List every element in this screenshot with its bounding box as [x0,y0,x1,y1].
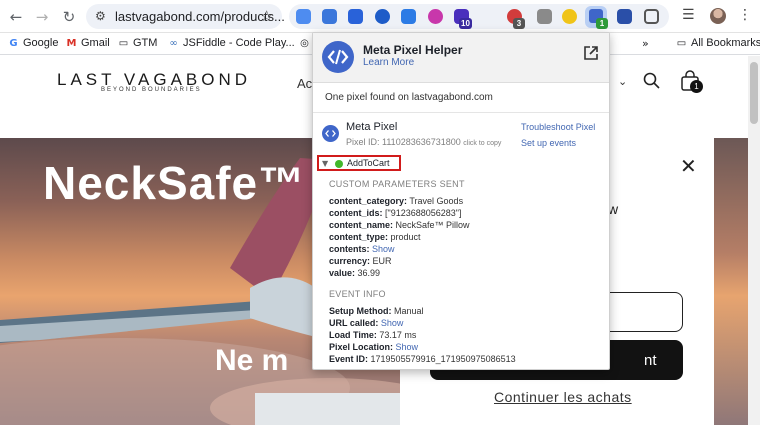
gmail-icon: M [66,37,77,49]
param-row: content_ids: ["9123688056283"] [329,208,462,218]
click-to-copy-hint: click to copy [463,140,502,147]
forward-icon[interactable]: → [32,7,52,27]
pixel-id[interactable]: Pixel ID: 1110283636731800 click to copy [346,137,501,147]
extension-icon[interactable] [562,9,577,24]
folder-icon: ▭ [118,37,129,49]
browser-toolbar: ← → ↻ ⚙ lastvagabond.com/products... ☆ 1… [0,0,760,33]
event-name: AddToCart [347,158,390,168]
param-row: currency: EUR [329,256,392,266]
pixel-id-text: Pixel ID: 1110283636731800 [346,137,461,147]
extension-icon[interactable] [617,9,632,24]
custom-params-heading: CUSTOM PARAMETERS SENT [329,179,465,189]
success-check-icon [335,160,343,168]
show-link[interactable]: Show [381,318,404,328]
scrollbar-thumb[interactable] [750,62,758,124]
menu-kebab-icon[interactable]: ⋮ [738,7,752,23]
google-icon: G [9,37,18,49]
show-link[interactable]: Show [372,244,395,254]
extension-icon[interactable] [296,9,311,24]
pixel-found-text: One pixel found on lastvagabond.com [325,92,493,103]
extension-badge: 1 [596,18,608,29]
bookmark-gmail[interactable]: M Gmail [66,37,110,49]
globe-icon: ◎ [300,37,309,49]
pixel-helper-popup: Meta Pixel Helper Learn More One pixel f… [312,32,610,370]
param-row: value: 36.99 [329,268,381,278]
all-bookmarks[interactable]: ▭ All Bookmarks [676,37,760,49]
extension-icon[interactable] [348,9,363,24]
bookmark-star-icon[interactable]: ☆ [260,7,273,25]
extension-icon[interactable] [428,9,443,24]
troubleshoot-pixel-link[interactable]: Troubleshoot Pixel [521,122,595,132]
extension-badge: 10 [459,18,472,29]
bookmark-label: GTM [133,37,158,49]
param-row: content_type: product [329,232,421,242]
chevron-down-icon[interactable]: ⌄ [618,75,627,88]
open-external-icon[interactable] [583,45,599,61]
param-row: contents: Show [329,244,395,254]
bookmark-google[interactable]: G Google [8,37,58,49]
learn-more-link[interactable]: Learn More [363,57,414,68]
expand-triangle-icon: ▼ [322,159,329,168]
info-row: Event ID: 1719505579916_171950975086513 [329,354,516,364]
info-row: Load Time: 73.17 ms [329,330,417,340]
scrollbar[interactable] [748,56,760,425]
checkout-label: nt [644,352,657,369]
continue-shopping-link[interactable]: Continuer les achats [494,389,632,405]
profile-avatar[interactable] [710,8,726,24]
event-info-heading: EVENT INFO [329,289,386,299]
event-addtocart-row[interactable]: ▼ AddToCart [317,155,401,171]
reload-icon[interactable]: ↻ [59,7,79,27]
close-icon[interactable]: ✕ [680,154,697,178]
bookmark-label: Google [23,37,59,49]
pixel-name: Meta Pixel [346,121,398,133]
site-info-icon[interactable]: ⚙ [95,9,106,23]
show-link[interactable]: Show [396,342,419,352]
extension-icon[interactable] [322,9,337,24]
setup-events-link[interactable]: Set up events [521,138,576,148]
meta-pixel-logo [322,41,354,73]
bookmark-gtm[interactable]: ▭ GTM [118,37,158,49]
jsfiddle-icon: ∞ [169,37,178,49]
bookmark-label: All Bookmarks [691,37,760,49]
address-bar[interactable]: ⚙ lastvagabond.com/products... ☆ [86,4,285,29]
popup-title: Meta Pixel Helper [363,43,463,57]
info-row: Setup Method: Manual [329,306,424,316]
meta-pixel-small-icon [322,125,339,142]
info-row: URL called: Show [329,318,404,328]
hero-subtitle: Ne m [215,344,289,377]
bookmark-label: JSFiddle - Code Play... [183,37,295,49]
cart-count-badge: 1 [690,80,703,93]
extension-icon[interactable] [537,9,552,24]
extensions-bar: 10 3 1 [289,4,669,29]
nav-item-partial[interactable]: Ac [297,76,312,91]
divider [313,112,609,113]
folder-icon: ▭ [676,37,687,49]
param-row: content_name: NeckSafe™ Pillow [329,220,470,230]
extension-icon[interactable] [401,9,416,24]
site-tagline: BEYOND BOUNDARIES [101,87,202,93]
back-icon[interactable]: ← [6,7,26,27]
extensions-puzzle-icon[interactable] [644,9,659,24]
info-row: Pixel Location: Show [329,342,419,352]
extension-icon[interactable] [375,9,390,24]
more-bookmarks-icon[interactable]: » [642,37,649,50]
bookmark-label: Gmail [81,37,110,49]
extension-badge: 3 [513,18,525,29]
bookmark-jsfiddle[interactable]: ∞ JSFiddle - Code Play... [168,37,295,49]
media-controls-icon[interactable]: ☰ [682,7,695,23]
param-row: content_category: Travel Goods [329,196,464,206]
hero-background-right [714,138,748,425]
search-icon[interactable] [643,72,660,89]
hero-title: NeckSafe™ [43,157,306,209]
popup-header: Meta Pixel Helper Learn More [313,33,609,83]
